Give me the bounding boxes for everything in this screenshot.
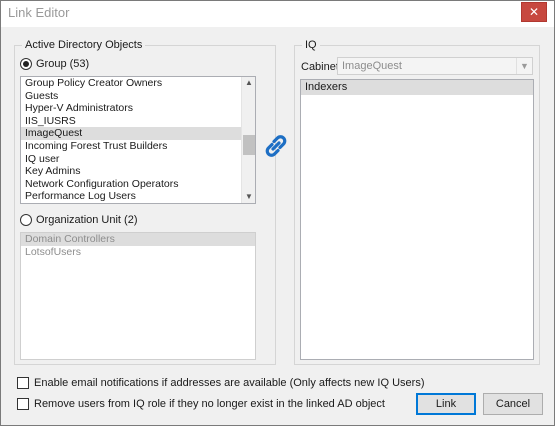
cancel-button[interactable]: Cancel: [483, 393, 543, 415]
group-list-item[interactable]: Incoming Forest Trust Builders: [21, 140, 255, 153]
ou-radio[interactable]: [20, 214, 32, 226]
remove-users-row[interactable]: Remove users from IQ role if they no lon…: [17, 398, 385, 410]
remove-users-label: Remove users from IQ role if they no lon…: [34, 398, 385, 410]
group-radio[interactable]: [20, 58, 32, 70]
group-list-items: Group Policy Creator Owners Guests Hyper-V…: [21, 77, 255, 204]
ou-radio-row[interactable]: Organization Unit (2): [20, 214, 138, 226]
group-list-item[interactable]: IQ user: [21, 153, 255, 166]
email-notifications-row[interactable]: Enable email notifications if addresses …: [17, 377, 424, 389]
iq-legend: IQ: [302, 39, 320, 51]
remove-users-checkbox[interactable]: [17, 398, 29, 410]
group-list-item[interactable]: Performance Log Users: [21, 190, 255, 203]
group-list-item[interactable]: Group Policy Creator Owners: [21, 77, 255, 90]
group-list-item[interactable]: Hyper-V Administrators: [21, 102, 255, 115]
scroll-thumb[interactable]: [243, 135, 255, 155]
window-title: Link Editor: [8, 5, 70, 20]
link-editor-window: Link Editor ✕ Active Directory Objects G…: [0, 0, 555, 426]
iq-group: IQ Cabinet ImageQuest ▼ Indexers: [294, 39, 540, 365]
link-icon[interactable]: [262, 132, 290, 160]
iq-role-listbox[interactable]: Indexers: [300, 79, 534, 360]
dialog-body: Active Directory Objects Group (53) Grou…: [1, 27, 554, 425]
ad-objects-legend: Active Directory Objects: [22, 39, 146, 51]
group-list-item[interactable]: ImageQuest: [21, 127, 255, 140]
cabinet-value: ImageQuest: [342, 60, 402, 72]
chevron-down-icon[interactable]: ▼: [516, 58, 532, 74]
title-bar[interactable]: Link Editor ✕: [1, 1, 554, 27]
group-list-item[interactable]: Guests: [21, 90, 255, 103]
group-list-item[interactable]: Performance Monitor Users: [21, 203, 255, 204]
ou-listbox[interactable]: Domain Controllers LotsofUsers: [20, 232, 256, 360]
group-list-item[interactable]: Network Configuration Operators: [21, 178, 255, 191]
close-button[interactable]: ✕: [521, 2, 547, 22]
chevron-down-icon[interactable]: ▼: [242, 191, 255, 203]
iq-role-list-items: Indexers: [301, 80, 533, 95]
iq-role-list-item[interactable]: Indexers: [301, 80, 533, 95]
group-list-item[interactable]: Key Admins: [21, 165, 255, 178]
group-radio-label: Group (53): [36, 58, 90, 70]
ou-list-item[interactable]: LotsofUsers: [21, 246, 255, 259]
group-listbox[interactable]: Group Policy Creator Owners Guests Hyper-V…: [20, 76, 256, 204]
cabinet-select[interactable]: ImageQuest ▼: [337, 57, 533, 75]
chevron-up-icon[interactable]: ▲: [242, 77, 255, 89]
group-list-scrollbar[interactable]: ▲ ▼: [241, 77, 255, 203]
ou-radio-label: Organization Unit (2): [36, 214, 138, 226]
ou-list-items: Domain Controllers LotsofUsers: [21, 233, 255, 258]
group-radio-row[interactable]: Group (53): [20, 58, 89, 70]
close-icon: ✕: [528, 5, 540, 19]
cabinet-label: Cabinet: [301, 61, 339, 73]
active-directory-objects-group: Active Directory Objects Group (53) Grou…: [14, 39, 276, 365]
group-list-item[interactable]: IIS_IUSRS: [21, 115, 255, 128]
email-notifications-checkbox[interactable]: [17, 377, 29, 389]
email-notifications-label: Enable email notifications if addresses …: [34, 377, 425, 389]
link-button[interactable]: Link: [416, 393, 476, 415]
ou-list-item[interactable]: Domain Controllers: [21, 233, 255, 246]
